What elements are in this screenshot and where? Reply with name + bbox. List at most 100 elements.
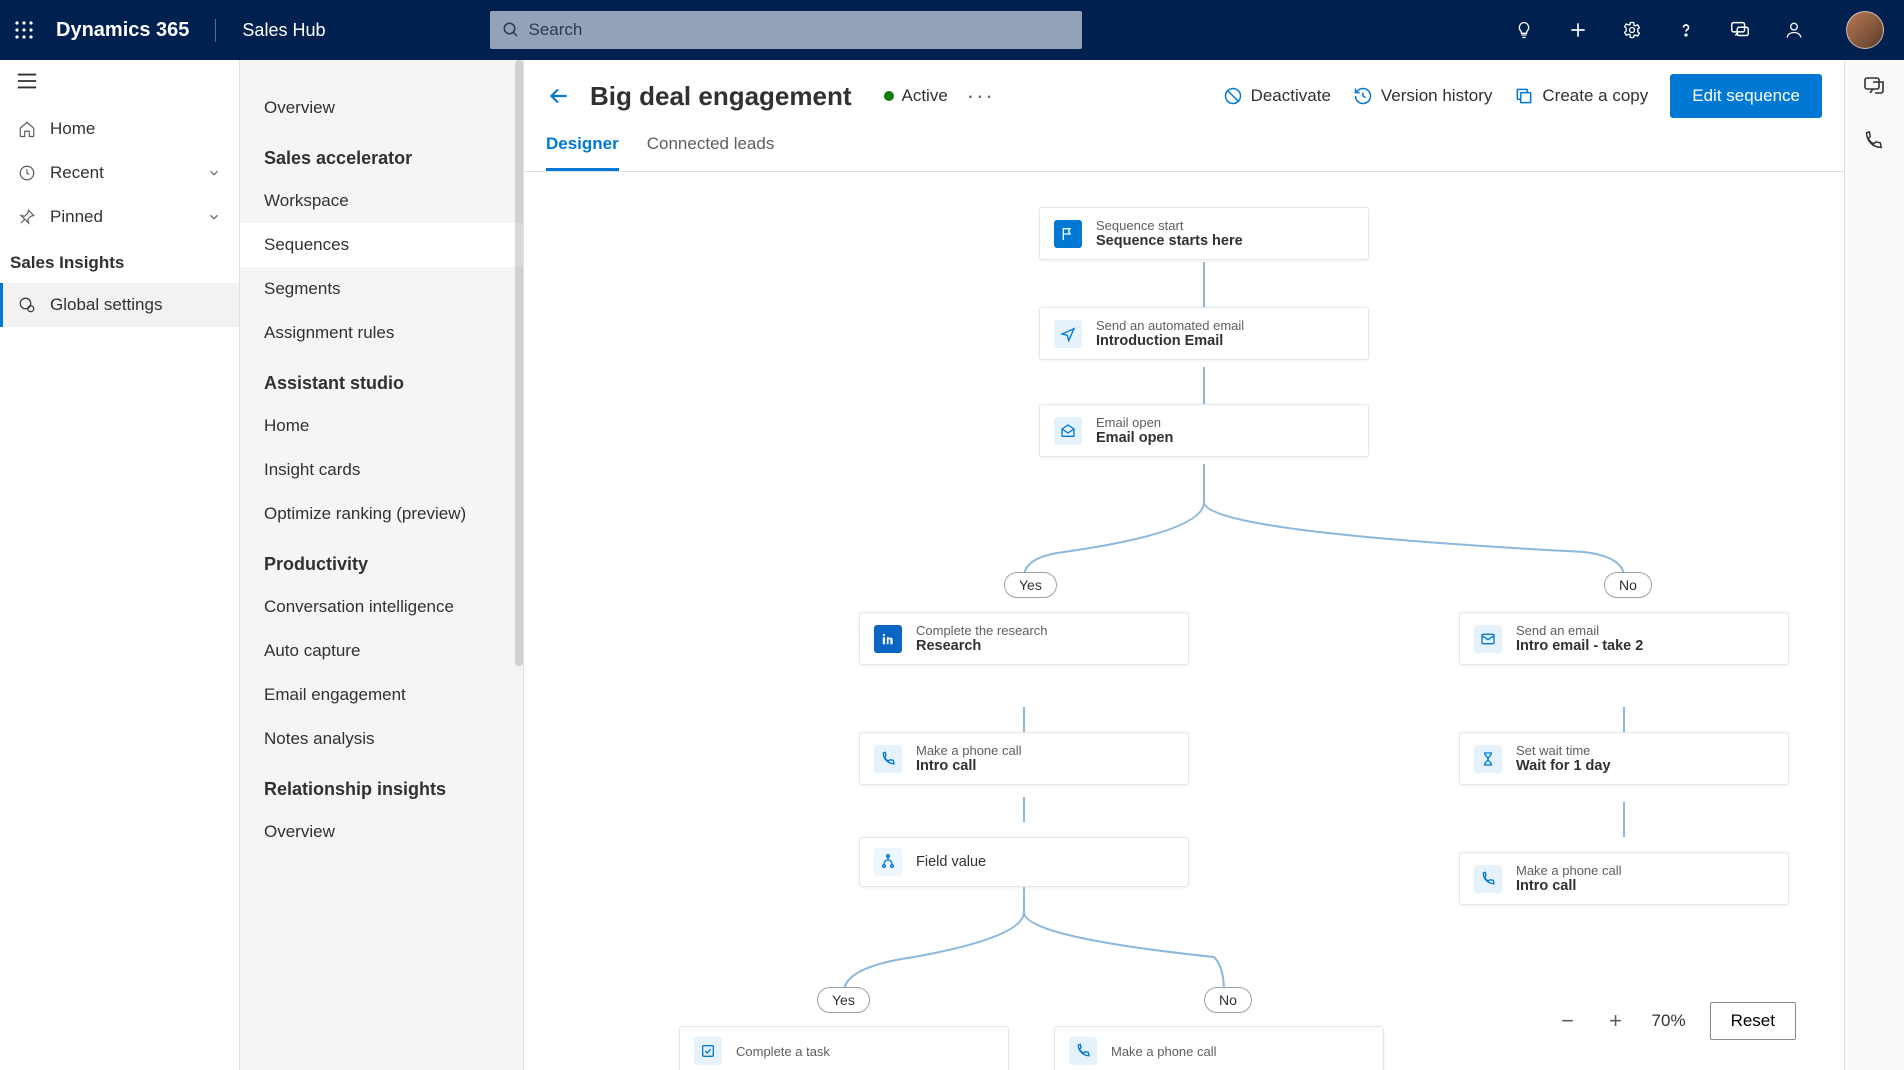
send-icon [1054, 320, 1082, 348]
nav-global-settings[interactable]: Global settings [0, 283, 239, 327]
search-input[interactable]: Search [490, 11, 1082, 49]
nav-pinned[interactable]: Pinned [0, 195, 239, 239]
node-label: Make a phone call [1111, 1044, 1217, 1059]
phone-icon [1474, 865, 1502, 893]
node-label: Email open [1096, 415, 1173, 430]
node-sequence-start[interactable]: Sequence startSequence starts here [1039, 207, 1369, 260]
group-head-sales-accelerator: Sales accelerator [240, 130, 523, 179]
task-icon [694, 1037, 722, 1065]
group-head-productivity: Productivity [240, 536, 523, 585]
deactivate-button[interactable]: Deactivate [1223, 86, 1331, 106]
sec-nav-assignment-rules[interactable]: Assignment rules [240, 311, 523, 355]
version-history-button[interactable]: Version history [1353, 86, 1493, 106]
sec-nav-overview[interactable]: Overview [240, 86, 523, 130]
node-wait[interactable]: Set wait timeWait for 1 day [1459, 732, 1789, 785]
edit-sequence-button[interactable]: Edit sequence [1670, 74, 1822, 118]
node-label: Make a phone call [1516, 863, 1622, 878]
node-intro-call-left[interactable]: Make a phone callIntro call [859, 732, 1189, 785]
create-copy-button[interactable]: Create a copy [1514, 86, 1648, 106]
sec-nav-assist-home[interactable]: Home [240, 404, 523, 448]
node-label: Send an email [1516, 623, 1643, 638]
secondary-nav: Overview Sales accelerator Workspace Seq… [240, 60, 524, 1070]
search-placeholder: Search [528, 20, 582, 40]
tab-connected-leads[interactable]: Connected leads [647, 134, 775, 171]
hourglass-icon [1474, 745, 1502, 773]
branch-chip-no: No [1604, 572, 1652, 598]
search-icon [502, 21, 520, 39]
app-launcher-icon[interactable] [12, 18, 36, 42]
more-actions-button[interactable]: ··· [966, 83, 996, 109]
back-button[interactable] [546, 83, 572, 109]
branch-chip-no-2: No [1204, 987, 1252, 1013]
node-title: Wait for 1 day [1516, 758, 1611, 774]
node-label: Sequence start [1096, 218, 1243, 233]
sec-nav-optimize-ranking[interactable]: Optimize ranking (preview) [240, 492, 523, 536]
hamburger-icon[interactable] [0, 60, 239, 107]
nav-label: Pinned [50, 207, 103, 227]
node-email-open[interactable]: Email openEmail open [1039, 404, 1369, 457]
help-icon[interactable] [1674, 18, 1698, 42]
zoom-in-button[interactable]: + [1604, 1008, 1628, 1034]
zoom-reset-button[interactable]: Reset [1710, 1002, 1796, 1040]
branch-chip-yes-2: Yes [817, 987, 870, 1013]
sec-nav-insight-cards[interactable]: Insight cards [240, 448, 523, 492]
group-head-relationship-insights: Relationship insights [240, 761, 523, 810]
deactivate-icon [1223, 86, 1243, 106]
branch-chip-yes: Yes [1004, 572, 1057, 598]
pin-icon [18, 208, 36, 226]
node-title: Field value [916, 854, 986, 870]
section-sales-insights: Sales Insights [0, 239, 239, 283]
sec-nav-sequences[interactable]: Sequences [240, 223, 523, 267]
sequence-canvas[interactable]: Sequence startSequence starts here Send … [524, 172, 1844, 1070]
teams-chat-icon[interactable] [1862, 74, 1888, 100]
node-research[interactable]: Complete the researchResearch [859, 612, 1189, 665]
nav-recent[interactable]: Recent [0, 151, 239, 195]
node-intro-email-2[interactable]: Send an emailIntro email - take 2 [1459, 612, 1789, 665]
globe-gear-icon [18, 296, 36, 314]
page-title: Big deal engagement [590, 81, 852, 112]
mail-open-icon [1054, 417, 1082, 445]
tab-designer[interactable]: Designer [546, 134, 619, 171]
node-title: Introduction Email [1096, 333, 1244, 349]
plus-icon[interactable] [1566, 18, 1590, 42]
phone-icon[interactable] [1862, 130, 1888, 156]
copy-icon [1514, 86, 1534, 106]
create-copy-label: Create a copy [1542, 86, 1648, 106]
node-title: Intro email - take 2 [1516, 638, 1643, 654]
phone-icon [1069, 1037, 1097, 1065]
sec-nav-notes-analysis[interactable]: Notes analysis [240, 717, 523, 761]
clock-icon [18, 164, 36, 182]
node-make-call-2[interactable]: Make a phone call [1054, 1026, 1384, 1070]
gear-icon[interactable] [1620, 18, 1644, 42]
hub-label[interactable]: Sales Hub [216, 20, 325, 41]
chevron-down-icon [207, 210, 221, 224]
person-icon[interactable] [1782, 18, 1806, 42]
sec-nav-conv-intel[interactable]: Conversation intelligence [240, 585, 523, 629]
deactivate-label: Deactivate [1251, 86, 1331, 106]
chat-icon[interactable] [1728, 18, 1752, 42]
sec-nav-workspace[interactable]: Workspace [240, 179, 523, 223]
node-complete-task[interactable]: Complete a task [679, 1026, 1009, 1070]
status-badge: Active [884, 86, 948, 106]
node-field-value[interactable]: Field value [859, 837, 1189, 887]
node-title: Intro call [916, 758, 1022, 774]
sec-nav-rel-overview[interactable]: Overview [240, 810, 523, 854]
history-icon [1353, 86, 1373, 106]
linkedin-icon [874, 625, 902, 653]
mail-icon [1474, 625, 1502, 653]
node-intro-call-right[interactable]: Make a phone callIntro call [1459, 852, 1789, 905]
node-label: Send an automated email [1096, 318, 1244, 333]
node-label: Complete a task [736, 1044, 830, 1059]
lightbulb-icon[interactable] [1512, 18, 1536, 42]
sec-nav-email-engagement[interactable]: Email engagement [240, 673, 523, 717]
zoom-out-button[interactable]: − [1556, 1008, 1580, 1034]
branch-icon [874, 848, 902, 876]
avatar[interactable] [1846, 11, 1884, 49]
node-intro-email[interactable]: Send an automated emailIntroduction Emai… [1039, 307, 1369, 360]
node-title: Email open [1096, 430, 1173, 446]
sec-nav-segments[interactable]: Segments [240, 267, 523, 311]
brand-label: Dynamics 365 [56, 19, 216, 42]
node-title: Research [916, 638, 1048, 654]
sec-nav-auto-capture[interactable]: Auto capture [240, 629, 523, 673]
nav-home[interactable]: Home [0, 107, 239, 151]
